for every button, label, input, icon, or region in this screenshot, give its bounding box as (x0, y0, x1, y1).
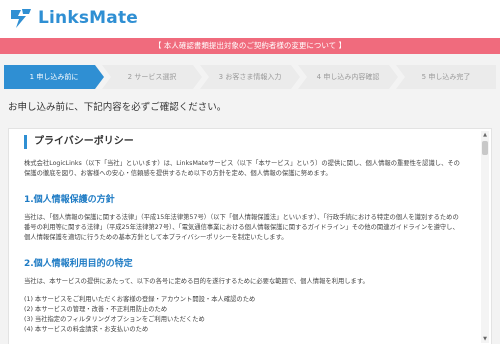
progress-steps: 1 申し込み前に 2 サービス選択 3 お客さま情報入力 4 申し込み内容確認 … (4, 65, 496, 89)
step-label: 3 お客さま情報入力 (218, 73, 282, 81)
logo-text: LinksMate (38, 8, 139, 28)
section-2-title: 2.個人情報利用目的の特定 (24, 259, 133, 269)
purpose-list: (1) 本サービスをご利用いただくお客様の登録・アカウント開設・本人確認のため … (24, 295, 464, 335)
linksmate-logo[interactable]: LinksMate (8, 6, 138, 30)
list-item: (2) 本サービスの管理・改善・不正利用防止のため (24, 306, 168, 313)
step-service-select[interactable]: 2 サービス選択 (102, 65, 202, 89)
section-1-body: 当社は、「個人情報の保護に関する法律」（平成15年法律第57号）（以下「個人情報… (24, 214, 459, 241)
policy-panel: プライバシーポリシー 株式会社LogicLinks（以下「当社」といいます）は、… (8, 128, 492, 344)
step-confirm[interactable]: 4 申し込み内容確認 (298, 65, 398, 89)
scroll-thumb[interactable] (482, 141, 488, 155)
step-label: 4 申し込み内容確認 (316, 73, 380, 81)
site-header: LinksMate (0, 0, 500, 38)
step-before-apply[interactable]: 1 申し込み前に (4, 65, 104, 89)
step-label: 1 申し込み前に (29, 73, 79, 81)
policy-document[interactable]: プライバシーポリシー 株式会社LogicLinks（以下「当社」といいます）は、… (24, 135, 464, 344)
alert-bar: 【 本人確認書類提出対象のご契約者様の変更について 】 (0, 38, 500, 54)
section-1-title: 1.個人情報保護の方針 (24, 195, 115, 205)
step-label: 2 サービス選択 (127, 73, 177, 81)
scroll-up-arrow-icon[interactable]: ▲ (481, 131, 489, 139)
linksmate-logo-icon (11, 9, 31, 28)
policy-scrollbar[interactable]: ▲ ▼ (481, 131, 489, 343)
alert-link[interactable]: 【 本人確認書類提出対象のご契約者様の変更について 】 (0, 38, 500, 54)
list-item: (4) 本サービスの料金請求・お支払いのため (24, 326, 149, 333)
intro-text: お申し込み前に、下記内容を必ずご確認ください。 (8, 102, 227, 113)
policy-title: プライバシーポリシー (24, 135, 464, 149)
section-2-body: 当社は、本サービスの提供にあたって、以下の各号に定める目的を遂行するために必要な… (24, 278, 369, 285)
list-item: (1) 本サービスをご利用いただくお客様の登録・アカウント開設・本人確認のため (24, 296, 256, 303)
policy-lead: 株式会社LogicLinks（以下「当社」といいます）は、LinksMateサー… (24, 160, 460, 177)
step-customer-info[interactable]: 3 お客さま情報入力 (200, 65, 300, 89)
step-complete[interactable]: 5 申し込み完了 (396, 65, 496, 89)
step-label: 5 申し込み完了 (421, 73, 471, 81)
list-item: (3) 当社指定のフィルタリングオプションをご利用いただくため (24, 316, 205, 323)
scroll-down-arrow-icon[interactable]: ▼ (481, 335, 489, 343)
